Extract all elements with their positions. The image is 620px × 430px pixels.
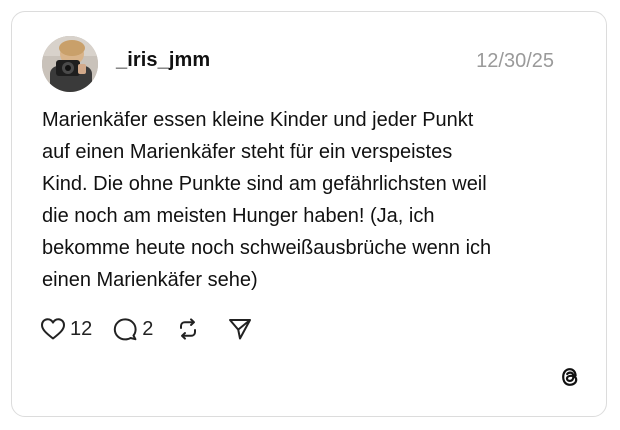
threads-logo-icon: [557, 364, 583, 390]
post-text: Marienkäfer essen kleine Kinder und jede…: [42, 104, 582, 296]
reply-button[interactable]: 2: [112, 317, 153, 341]
like-count: 12: [70, 317, 93, 340]
post-text-line: einen Marienkäfer sehe): [42, 269, 258, 291]
share-icon: [229, 319, 252, 340]
post-text-line: bekomme heute noch schweißausbrüche wenn…: [42, 237, 492, 259]
comment-icon: [114, 318, 137, 341]
username[interactable]: _iris_jmm: [116, 49, 210, 72]
like-button[interactable]: 12: [40, 317, 92, 341]
avatar[interactable]: [42, 36, 98, 92]
repost-button[interactable]: [175, 317, 201, 341]
reply-count: 2: [142, 317, 154, 340]
post-text-line: Marienkäfer essen kleine Kinder und jede…: [42, 109, 474, 131]
share-button[interactable]: [227, 317, 253, 341]
action-bar: 12 2: [40, 314, 253, 344]
post-text-line: auf einen Marienkäfer steht für ein vers…: [42, 141, 453, 163]
post-text-line: Kind. Die ohne Punkte sind am gefährlich…: [42, 173, 487, 195]
post-date: 12/30/25: [476, 50, 554, 72]
heart-icon: [41, 318, 65, 340]
avatar-photo: [42, 36, 98, 92]
post-card: _iris_jmm 12/30/25 Marienkäfer essen kle…: [11, 11, 607, 417]
post-text-line: die noch am meisten Hunger haben! (Ja, i…: [42, 205, 435, 227]
repost-icon: [180, 318, 197, 340]
